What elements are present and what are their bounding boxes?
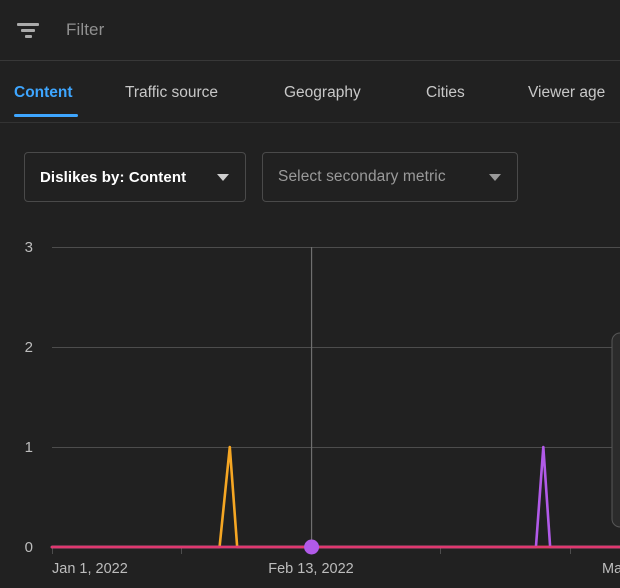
x-axis-tick-label-end: Ma: [602, 561, 620, 577]
tab-cities[interactable]: Cities: [426, 61, 465, 122]
primary-metric-dropdown[interactable]: Dislikes by: Content: [24, 152, 246, 202]
series-line-purple: [50, 445, 620, 549]
horizontal-gridlines: [52, 247, 620, 448]
x-axis-tick-label-start: Jan 1, 2022: [52, 561, 128, 577]
analytics-panel: Filter Content Traffic source Geography …: [0, 0, 620, 588]
chevron-down-icon: [489, 173, 501, 181]
y-axis-tick-0: 0: [25, 539, 33, 556]
y-axis-tick-2: 2: [25, 339, 33, 356]
secondary-metric-dropdown[interactable]: Select secondary metric: [262, 152, 518, 202]
chart-container[interactable]: 3 2 1 0 Jan 1, 2022 Feb 13, 2022 Ma: [0, 223, 620, 588]
tab-viewer-age[interactable]: Viewer age: [528, 61, 606, 122]
metric-selectors: Dislikes by: Content Select secondary me…: [0, 123, 620, 223]
chevron-down-icon: [217, 173, 229, 181]
series-line-orange: [50, 445, 620, 549]
hover-point-marker[interactable]: [304, 539, 320, 555]
tab-cities-label: Cities: [426, 84, 465, 101]
tab-content[interactable]: Content: [14, 61, 78, 122]
filter-bar: Filter: [0, 0, 620, 61]
primary-metric-label: Dislikes by: Content: [40, 168, 187, 186]
tab-content-label: Content: [14, 84, 73, 101]
filter-input[interactable]: Filter: [66, 20, 104, 40]
y-axis-tick-3: 3: [25, 239, 33, 256]
tab-traffic-source[interactable]: Traffic source: [125, 61, 219, 122]
secondary-metric-label: Select secondary metric: [278, 168, 446, 185]
y-axis-tick-1: 1: [25, 439, 33, 456]
chart-series-group: [50, 445, 620, 549]
tab-traffic-source-label: Traffic source: [125, 84, 219, 101]
tab-geography[interactable]: Geography: [284, 61, 361, 122]
tab-viewer-age-label: Viewer age: [528, 84, 606, 101]
filter-funnel-icon[interactable]: [8, 10, 48, 50]
tab-geography-label: Geography: [284, 84, 361, 101]
dislikes-line-chart[interactable]: 3 2 1 0 Jan 1, 2022 Feb 13, 2022 Ma: [0, 223, 620, 588]
chart-tooltip-card: [611, 332, 620, 528]
x-axis-tick-label-middle: Feb 13, 2022: [268, 561, 353, 577]
tab-bar: Content Traffic source Geography Cities …: [0, 61, 620, 123]
tab-active-underline: [14, 114, 78, 117]
